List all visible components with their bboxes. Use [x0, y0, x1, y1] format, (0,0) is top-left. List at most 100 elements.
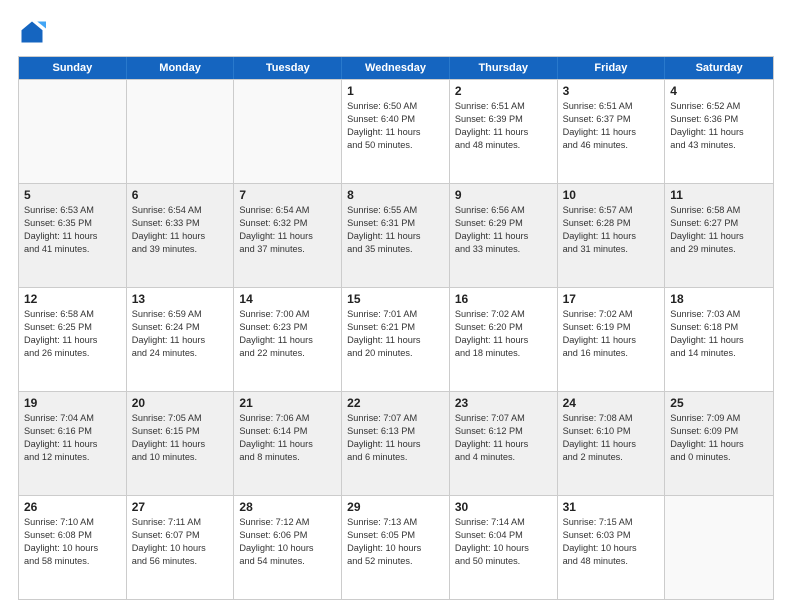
- calendar-header-row: SundayMondayTuesdayWednesdayThursdayFrid…: [19, 57, 773, 79]
- day-info: Sunrise: 6:58 AM Sunset: 6:27 PM Dayligh…: [670, 204, 768, 256]
- calendar-cell: 5Sunrise: 6:53 AM Sunset: 6:35 PM Daylig…: [19, 184, 127, 287]
- day-number: 18: [670, 292, 768, 306]
- day-info: Sunrise: 7:06 AM Sunset: 6:14 PM Dayligh…: [239, 412, 336, 464]
- day-number: 7: [239, 188, 336, 202]
- day-number: 2: [455, 84, 552, 98]
- calendar-cell: 9 Sunrise: 6:56 AM Sunset: 6:29 PM Daylig…: [450, 184, 558, 287]
- day-info: Sunrise: 7:12 AM Sunset: 6:06 PM Dayligh…: [239, 516, 336, 568]
- calendar-header-cell: Friday: [558, 57, 666, 79]
- calendar-cell: 25 Sunrise: 7:09 AM Sunset: 6:09 PM Dayli…: [665, 392, 773, 495]
- logo-icon: [18, 18, 46, 46]
- day-info: Sunrise: 7:09 AM Sunset: 6:09 PM Dayligh…: [670, 412, 768, 464]
- calendar-week-row: 26 Sunrise: 7:10 AM Sunset: 6:08 PM Dayli…: [19, 495, 773, 599]
- calendar-cell: 16 Sunrise: 7:02 AM Sunset: 6:20 PM Dayli…: [450, 288, 558, 391]
- logo: [18, 18, 50, 46]
- calendar-cell: 22 Sunrise: 7:07 AM Sunset: 6:13 PM Dayli…: [342, 392, 450, 495]
- calendar-cell: [19, 80, 127, 183]
- calendar-cell: 23Sunrise: 7:07 AM Sunset: 6:12 PM Dayli…: [450, 392, 558, 495]
- day-number: 28: [239, 500, 336, 514]
- day-info: Sunrise: 7:14 AM Sunset: 6:04 PM Dayligh…: [455, 516, 552, 568]
- day-info: Sunrise: 6:57 AM Sunset: 6:28 PM Dayligh…: [563, 204, 660, 256]
- day-info: Sunrise: 6:58 AM Sunset: 6:25 PM Dayligh…: [24, 308, 121, 360]
- calendar-cell: 29Sunrise: 7:13 AM Sunset: 6:05 PM Dayli…: [342, 496, 450, 599]
- day-info: Sunrise: 7:13 AM Sunset: 6:05 PM Dayligh…: [347, 516, 444, 568]
- day-info: Sunrise: 7:11 AM Sunset: 6:07 PM Dayligh…: [132, 516, 229, 568]
- day-info: Sunrise: 7:04 AM Sunset: 6:16 PM Dayligh…: [24, 412, 121, 464]
- calendar-cell: 27 Sunrise: 7:11 AM Sunset: 6:07 PM Dayli…: [127, 496, 235, 599]
- calendar-cell: 15Sunrise: 7:01 AM Sunset: 6:21 PM Dayli…: [342, 288, 450, 391]
- day-info: Sunrise: 6:54 AM Sunset: 6:32 PM Dayligh…: [239, 204, 336, 256]
- calendar-header-cell: Sunday: [19, 57, 127, 79]
- day-info: Sunrise: 7:05 AM Sunset: 6:15 PM Dayligh…: [132, 412, 229, 464]
- calendar-week-row: 19 Sunrise: 7:04 AM Sunset: 6:16 PM Dayli…: [19, 391, 773, 495]
- day-info: Sunrise: 6:52 AM Sunset: 6:36 PM Dayligh…: [670, 100, 768, 152]
- day-number: 13: [132, 292, 229, 306]
- day-number: 4: [670, 84, 768, 98]
- calendar-cell: 7 Sunrise: 6:54 AM Sunset: 6:32 PM Daylig…: [234, 184, 342, 287]
- day-number: 3: [563, 84, 660, 98]
- calendar-cell: 24 Sunrise: 7:08 AM Sunset: 6:10 PM Dayli…: [558, 392, 666, 495]
- day-info: Sunrise: 7:00 AM Sunset: 6:23 PM Dayligh…: [239, 308, 336, 360]
- day-info: Sunrise: 7:10 AM Sunset: 6:08 PM Dayligh…: [24, 516, 121, 568]
- calendar-cell: [234, 80, 342, 183]
- calendar-cell: 28 Sunrise: 7:12 AM Sunset: 6:06 PM Dayli…: [234, 496, 342, 599]
- header: [18, 18, 774, 46]
- calendar-cell: 1 Sunrise: 6:50 AM Sunset: 6:40 PM Daylig…: [342, 80, 450, 183]
- day-info: Sunrise: 6:55 AM Sunset: 6:31 PM Dayligh…: [347, 204, 444, 256]
- day-number: 19: [24, 396, 121, 410]
- calendar-cell: 17 Sunrise: 7:02 AM Sunset: 6:19 PM Dayli…: [558, 288, 666, 391]
- calendar-cell: 14Sunrise: 7:00 AM Sunset: 6:23 PM Dayli…: [234, 288, 342, 391]
- calendar-cell: 2 Sunrise: 6:51 AM Sunset: 6:39 PM Daylig…: [450, 80, 558, 183]
- day-number: 16: [455, 292, 552, 306]
- day-info: Sunrise: 7:08 AM Sunset: 6:10 PM Dayligh…: [563, 412, 660, 464]
- day-info: Sunrise: 7:07 AM Sunset: 6:13 PM Dayligh…: [347, 412, 444, 464]
- calendar-cell: 3 Sunrise: 6:51 AM Sunset: 6:37 PM Daylig…: [558, 80, 666, 183]
- day-number: 10: [563, 188, 660, 202]
- day-number: 6: [132, 188, 229, 202]
- calendar-cell: 30Sunrise: 7:14 AM Sunset: 6:04 PM Dayli…: [450, 496, 558, 599]
- day-number: 1: [347, 84, 444, 98]
- calendar-week-row: 12 Sunrise: 6:58 AM Sunset: 6:25 PM Dayli…: [19, 287, 773, 391]
- calendar-cell: 26 Sunrise: 7:10 AM Sunset: 6:08 PM Dayli…: [19, 496, 127, 599]
- calendar-header-cell: Thursday: [450, 57, 558, 79]
- day-info: Sunrise: 7:03 AM Sunset: 6:18 PM Dayligh…: [670, 308, 768, 360]
- calendar-cell: 21 Sunrise: 7:06 AM Sunset: 6:14 PM Dayli…: [234, 392, 342, 495]
- day-number: 15: [347, 292, 444, 306]
- calendar-cell: 8 Sunrise: 6:55 AM Sunset: 6:31 PM Daylig…: [342, 184, 450, 287]
- calendar-cell: 12 Sunrise: 6:58 AM Sunset: 6:25 PM Dayli…: [19, 288, 127, 391]
- day-number: 27: [132, 500, 229, 514]
- calendar-header-cell: Monday: [127, 57, 235, 79]
- calendar-cell: 10 Sunrise: 6:57 AM Sunset: 6:28 PM Dayli…: [558, 184, 666, 287]
- day-number: 24: [563, 396, 660, 410]
- day-number: 22: [347, 396, 444, 410]
- day-number: 26: [24, 500, 121, 514]
- day-info: Sunrise: 6:51 AM Sunset: 6:39 PM Dayligh…: [455, 100, 552, 152]
- page: SundayMondayTuesdayWednesdayThursdayFrid…: [0, 0, 792, 612]
- day-number: 20: [132, 396, 229, 410]
- calendar-header-cell: Tuesday: [234, 57, 342, 79]
- day-info: Sunrise: 6:59 AM Sunset: 6:24 PM Dayligh…: [132, 308, 229, 360]
- day-number: 17: [563, 292, 660, 306]
- day-number: 12: [24, 292, 121, 306]
- calendar-cell: 18 Sunrise: 7:03 AM Sunset: 6:18 PM Dayli…: [665, 288, 773, 391]
- day-info: Sunrise: 6:56 AM Sunset: 6:29 PM Dayligh…: [455, 204, 552, 256]
- day-number: 31: [563, 500, 660, 514]
- day-number: 8: [347, 188, 444, 202]
- day-number: 23: [455, 396, 552, 410]
- day-info: Sunrise: 7:15 AM Sunset: 6:03 PM Dayligh…: [563, 516, 660, 568]
- calendar-cell: 19 Sunrise: 7:04 AM Sunset: 6:16 PM Dayli…: [19, 392, 127, 495]
- day-info: Sunrise: 6:50 AM Sunset: 6:40 PM Dayligh…: [347, 100, 444, 152]
- day-number: 5: [24, 188, 121, 202]
- calendar: SundayMondayTuesdayWednesdayThursdayFrid…: [18, 56, 774, 600]
- calendar-cell: 4 Sunrise: 6:52 AM Sunset: 6:36 PM Daylig…: [665, 80, 773, 183]
- day-info: Sunrise: 7:02 AM Sunset: 6:20 PM Dayligh…: [455, 308, 552, 360]
- calendar-week-row: 5Sunrise: 6:53 AM Sunset: 6:35 PM Daylig…: [19, 183, 773, 287]
- calendar-cell: 20 Sunrise: 7:05 AM Sunset: 6:15 PM Dayli…: [127, 392, 235, 495]
- calendar-week-row: 1 Sunrise: 6:50 AM Sunset: 6:40 PM Daylig…: [19, 79, 773, 183]
- day-info: Sunrise: 7:02 AM Sunset: 6:19 PM Dayligh…: [563, 308, 660, 360]
- day-number: 21: [239, 396, 336, 410]
- day-number: 9: [455, 188, 552, 202]
- day-number: 25: [670, 396, 768, 410]
- day-number: 11: [670, 188, 768, 202]
- day-info: Sunrise: 6:51 AM Sunset: 6:37 PM Dayligh…: [563, 100, 660, 152]
